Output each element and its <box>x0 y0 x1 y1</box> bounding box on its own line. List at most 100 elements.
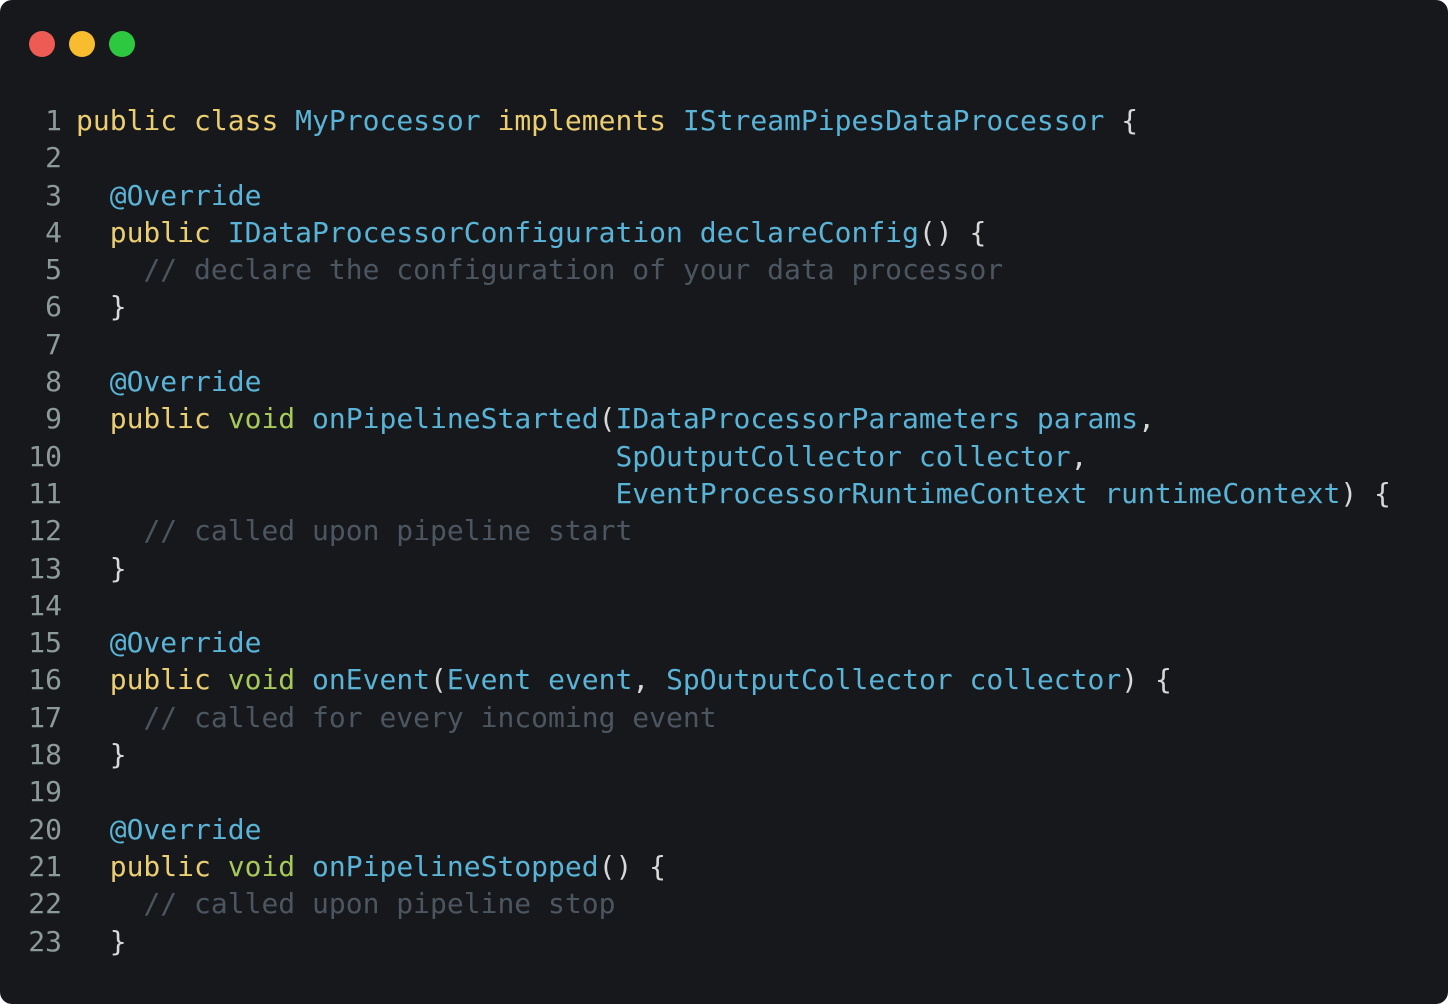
code-token: onPipelineStopped <box>312 849 599 883</box>
code-line: 5 // declare the configuration of your d… <box>0 251 1391 288</box>
code-token: public <box>109 402 211 436</box>
code-token: IDataProcessorConfiguration <box>227 215 683 249</box>
code-line: 4 public IDataProcessorConfiguration dec… <box>0 214 1391 251</box>
line-source: @Override <box>76 363 262 400</box>
code-token: public <box>109 663 211 697</box>
code-line: 19 <box>0 773 1391 810</box>
line-number: 22 <box>28 887 62 921</box>
code-line: 17 // called for every incoming event <box>0 699 1391 736</box>
code-token: ( <box>598 402 616 436</box>
line-source: // called upon pipeline stop <box>76 885 615 922</box>
code-line: 13 } <box>0 550 1391 587</box>
code-window: 1 public class MyProcessor implements ISt… <box>0 0 1448 1004</box>
line-source: // called upon pipeline start <box>76 512 632 549</box>
code-line: 23 } <box>0 923 1391 960</box>
line-number: 2 <box>45 141 62 175</box>
code-token: , <box>1070 439 1088 473</box>
line-number: 12 <box>28 514 62 548</box>
code-token: declareConfig <box>699 215 919 249</box>
code-line: 12 // called upon pipeline start <box>0 512 1391 549</box>
code-token: ) { <box>1340 476 1391 510</box>
code-token: IDataProcessorParameters <box>615 402 1021 436</box>
code-token: event <box>548 663 633 697</box>
line-number: 3 <box>45 178 62 212</box>
code-token: IStreamPipesDataProcessor <box>682 104 1105 137</box>
code-token: { <box>1104 104 1139 137</box>
line-number: 9 <box>45 402 62 436</box>
code-token: SpOutputCollector <box>615 439 903 473</box>
line-number: 1 <box>45 104 62 137</box>
line-source: EventProcessorRuntimeContext runtimeCont… <box>76 475 1391 512</box>
line-number: 6 <box>45 290 62 324</box>
code-token: onEvent <box>312 663 431 697</box>
code-token: void <box>227 402 296 436</box>
line-number: 23 <box>28 924 62 958</box>
code-token: // called upon pipeline start <box>143 514 633 548</box>
line-number: 18 <box>28 738 62 772</box>
code-token: params <box>1036 402 1139 436</box>
code-token: @Override <box>109 178 262 212</box>
line-number: 16 <box>28 663 62 697</box>
line-source: SpOutputCollector collector, <box>76 438 1087 475</box>
code-token: SpOutputCollector <box>666 663 953 697</box>
code-token: @Override <box>109 365 262 399</box>
line-number: 20 <box>28 812 62 846</box>
line-number: 13 <box>28 551 62 585</box>
code-line: 15 @Override <box>0 624 1391 661</box>
code-line: 1 public class MyProcessor implements ISt… <box>0 102 1391 139</box>
line-source: } <box>76 288 127 325</box>
line-source: @Override <box>76 811 262 848</box>
code-token: EventProcessorRuntimeContext <box>615 476 1088 510</box>
code-line: 22 // called upon pipeline stop <box>0 885 1391 922</box>
code-token: public <box>109 215 211 249</box>
minimize-button[interactable] <box>69 31 95 57</box>
code-line: 18 } <box>0 736 1391 773</box>
close-button[interactable] <box>29 31 55 57</box>
line-number: 21 <box>28 849 62 883</box>
line-source: public void onPipelineStarted(IDataProce… <box>76 400 1155 437</box>
code-token: runtimeContext <box>1104 476 1341 510</box>
code-token: , <box>632 663 667 697</box>
code-token: public <box>109 849 211 883</box>
line-source: } <box>76 923 127 960</box>
code-line: 8 @Override <box>0 363 1391 400</box>
code-line: 20 @Override <box>0 811 1391 848</box>
line-source: public class MyProcessor implements IStr… <box>76 102 1138 139</box>
code-token: @Override <box>109 626 262 660</box>
code-editor[interactable]: 1 public class MyProcessor implements ISt… <box>0 102 1391 960</box>
code-token: public <box>76 104 178 137</box>
line-source: // declare the configuration of your dat… <box>76 251 1003 288</box>
code-token: // declare the configuration of your dat… <box>143 253 1004 287</box>
code-line: 14 <box>0 587 1391 624</box>
code-token: onPipelineStarted <box>312 402 599 436</box>
code-token: } <box>76 924 127 958</box>
code-token: // called for every incoming event <box>143 700 717 734</box>
line-number: 4 <box>45 215 62 249</box>
code-token: collector <box>918 439 1071 473</box>
code-token: , <box>1138 402 1155 436</box>
code-token: class <box>194 104 279 137</box>
line-source: // called for every incoming event <box>76 699 717 736</box>
code-token: () { <box>918 215 987 249</box>
code-line: 9 public void onPipelineStarted(IDataPro… <box>0 400 1391 437</box>
line-source: public void onEvent(Event event, SpOutpu… <box>76 661 1172 698</box>
code-token: implements <box>497 104 667 137</box>
maximize-button[interactable] <box>109 31 135 57</box>
code-token: MyProcessor <box>295 104 481 137</box>
code-token: } <box>76 551 127 585</box>
